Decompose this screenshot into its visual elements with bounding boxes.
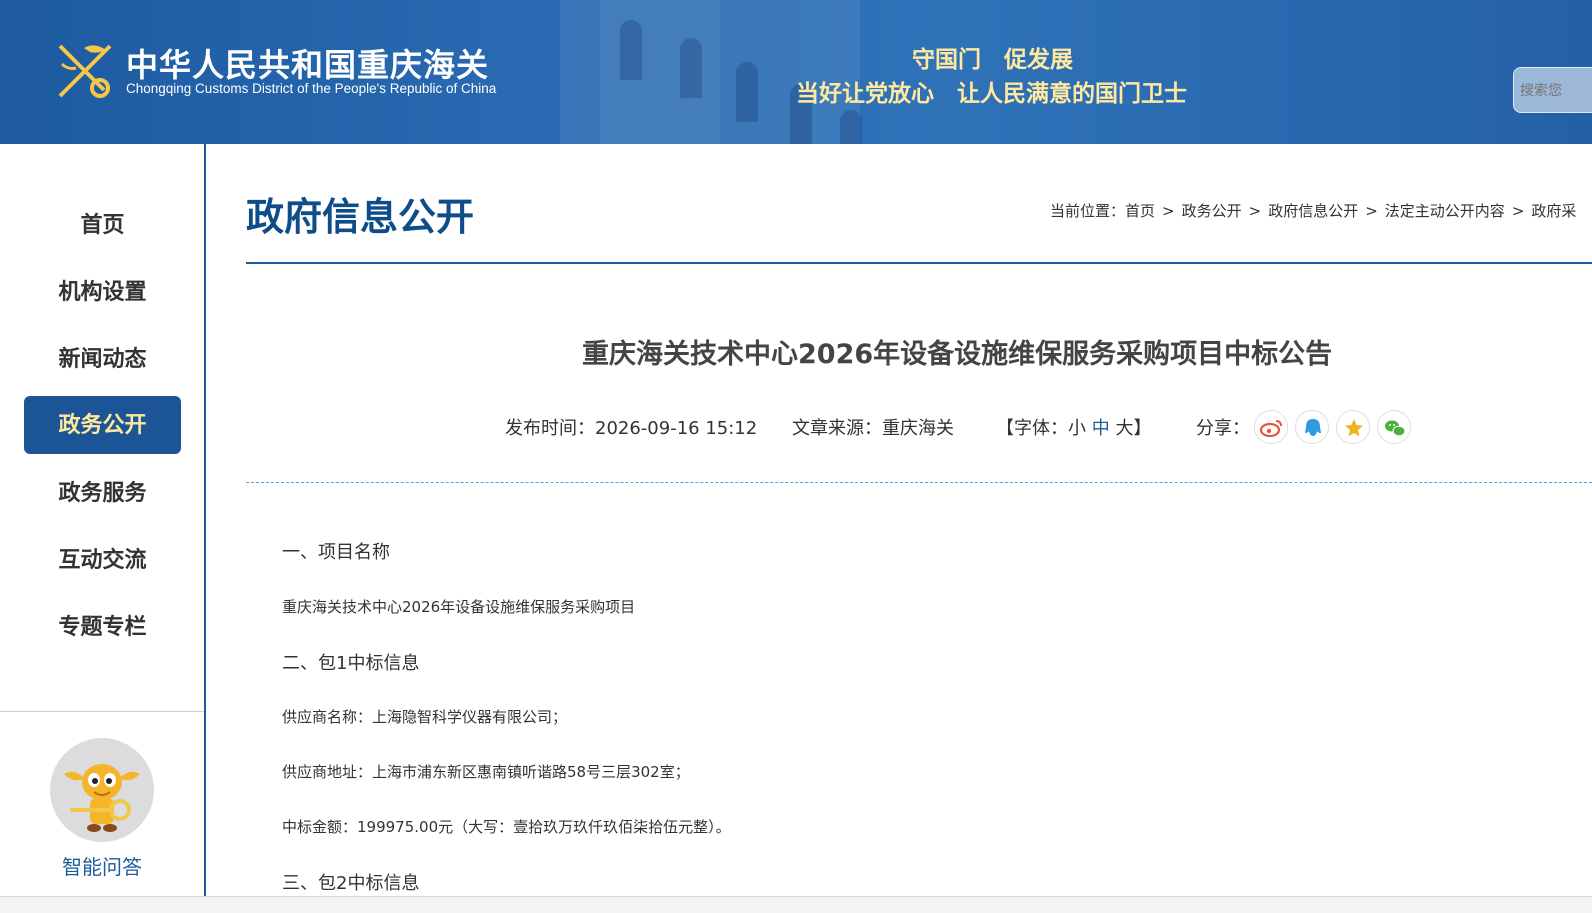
- banner-window: [736, 62, 758, 122]
- org-name-cn[interactable]: 中华人民共和国重庆海关: [126, 40, 489, 86]
- sidebar-divider: [0, 711, 204, 712]
- breadcrumb-statutory[interactable]: 法定主动公开内容: [1385, 202, 1505, 220]
- sidebar-item-organization[interactable]: 机构设置: [24, 263, 181, 321]
- qq-icon[interactable]: [1295, 410, 1329, 444]
- breadcrumb-separator: >: [1248, 202, 1262, 220]
- header-banner: 中华人民共和国重庆海关 Chongqing Customs District o…: [0, 0, 1592, 144]
- project-name-text: 重庆海关技术中心2026年设备设施维保服务采购项目: [282, 598, 636, 616]
- banner-window: [680, 38, 702, 98]
- font-size-switcher: 【字体：小 中 大】: [996, 414, 1151, 440]
- section-divider: [246, 262, 1592, 264]
- sidebar-item-interaction[interactable]: 互动交流: [24, 531, 181, 589]
- article-source: 文章来源：重庆海关: [792, 414, 954, 440]
- sidebar-item-special-topics[interactable]: 专题专栏: [24, 598, 181, 656]
- breadcrumb-separator: >: [1365, 202, 1378, 220]
- section-heading-package-1: 二、包1中标信息: [282, 653, 420, 674]
- breadcrumb-gov-affairs[interactable]: 政务公开: [1182, 202, 1242, 220]
- section-heading-package-2: 三、包2中标信息: [282, 873, 420, 894]
- slogan-line-1: 守国门 促发展: [912, 46, 1073, 73]
- font-large-button[interactable]: 大: [1115, 418, 1133, 439]
- article-title: 重庆海关技术中心2026年设备设施维保服务采购项目中标公告: [582, 339, 1333, 370]
- sidebar: 首页 机构设置 新闻动态 政务公开 政务服务 互动交流 专题专栏 智能问答: [0, 144, 206, 913]
- customs-emblem-icon[interactable]: [54, 40, 116, 102]
- supplier-address-text: 供应商地址：上海市浦东新区惠南镇听谐路58号三层302室；: [282, 763, 690, 781]
- section-heading-project-name: 一、项目名称: [282, 542, 390, 563]
- page: 中华人民共和国重庆海关 Chongqing Customs District o…: [0, 0, 1592, 913]
- banner-window: [620, 20, 642, 80]
- breadcrumb-home[interactable]: 首页: [1125, 202, 1155, 220]
- sidebar-item-gov-service[interactable]: 政务服务: [24, 464, 181, 522]
- breadcrumb-procurement[interactable]: 政府采: [1531, 202, 1576, 220]
- mascot-robot-icon[interactable]: [50, 738, 154, 842]
- search-input[interactable]: [1520, 80, 1590, 102]
- qzone-icon[interactable]: [1336, 410, 1370, 444]
- window-bottom-edge: [0, 896, 1592, 913]
- banner-window: [840, 110, 862, 144]
- font-medium-button[interactable]: 中: [1092, 418, 1110, 439]
- font-small-button[interactable]: 小: [1068, 418, 1086, 439]
- breadcrumb-separator: >: [1162, 202, 1175, 220]
- publish-label: 发布时间：: [505, 418, 595, 439]
- sidebar-item-home[interactable]: 首页: [24, 196, 181, 254]
- source-label: 文章来源：: [792, 418, 882, 439]
- sidebar-item-news[interactable]: 新闻动态: [24, 330, 181, 388]
- section-title: 政府信息公开: [246, 195, 475, 239]
- article-meta-divider: [246, 482, 1592, 483]
- bid-amount-text: 中标金额：199975.00元（大写：壹拾玖万玖仟玖佰柒拾伍元整）。: [282, 818, 731, 836]
- breadcrumb-gov-info[interactable]: 政府信息公开: [1268, 202, 1358, 220]
- share-label: 分享：: [1196, 418, 1250, 439]
- breadcrumb-separator: >: [1511, 202, 1525, 220]
- source-value: 重庆海关: [882, 418, 954, 439]
- weibo-icon[interactable]: [1254, 410, 1288, 444]
- sidebar-item-gov-affairs[interactable]: 政务公开: [24, 396, 181, 454]
- search-box[interactable]: [1513, 67, 1592, 113]
- publish-value: 2026-09-16 15:12: [595, 418, 758, 439]
- breadcrumb: 当前位置：首页 > 政务公开 > 政府信息公开 > 法定主动公开内容 > 政府采: [1050, 200, 1576, 221]
- font-open: 【字体：: [996, 418, 1068, 439]
- font-close: 】: [1133, 418, 1152, 439]
- breadcrumb-prefix: 当前位置：: [1050, 202, 1126, 220]
- slogan-line-2: 当好让党放心 让人民满意的国门卫士: [796, 80, 1187, 107]
- smart-qa-link[interactable]: 智能问答: [0, 851, 204, 880]
- org-name-en: Chongqing Customs District of the People…: [126, 81, 497, 96]
- supplier-name-text: 供应商名称：上海隐智科学仪器有限公司；: [282, 708, 568, 726]
- publish-time: 发布时间：2026-09-16 15:12: [505, 414, 757, 440]
- wechat-icon[interactable]: [1377, 410, 1411, 444]
- banner-tower-bg: [600, 0, 720, 144]
